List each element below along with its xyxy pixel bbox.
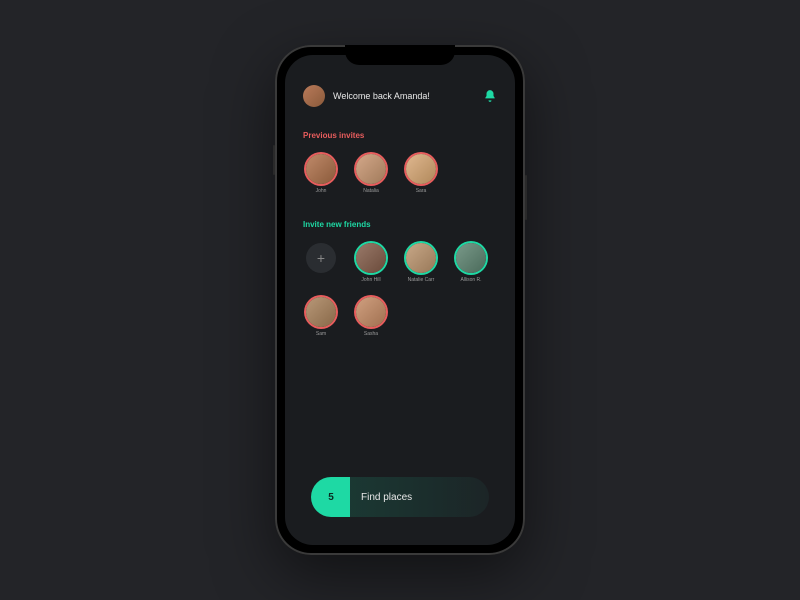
screen: Welcome back Amanda! Previous invites Jo…	[285, 55, 515, 545]
header: Welcome back Amanda!	[303, 85, 497, 107]
notifications-icon[interactable]	[483, 89, 497, 103]
selected-count-badge: 5	[311, 477, 351, 517]
friend-name: John	[316, 188, 327, 194]
friend-name: Sasha	[364, 331, 378, 337]
find-places-label: Find places	[361, 492, 412, 503]
friend-name: John Hill	[361, 277, 380, 283]
friend-avatar	[356, 297, 386, 327]
friend-name: Allison R.	[460, 277, 481, 283]
friend-item[interactable]: Sasha	[353, 297, 389, 337]
add-friend-button[interactable]: +	[303, 243, 339, 283]
friend-item[interactable]: Sara	[403, 154, 439, 194]
friend-item[interactable]: Sam	[303, 297, 339, 337]
friend-avatar	[306, 297, 336, 327]
friend-avatar	[406, 154, 436, 184]
invite-friends-title: Invite new friends	[303, 220, 497, 229]
friend-avatar	[306, 154, 336, 184]
friend-item[interactable]: John	[303, 154, 339, 194]
friend-avatar	[406, 243, 436, 273]
device-notch	[345, 45, 455, 65]
previous-invites-title: Previous invites	[303, 131, 497, 140]
friend-item[interactable]: Allison R.	[453, 243, 489, 283]
phone-frame: Welcome back Amanda! Previous invites Jo…	[275, 45, 525, 555]
friend-item[interactable]: Natalie Carr	[403, 243, 439, 283]
friend-name: Sam	[316, 331, 326, 337]
invite-friends-list: + John Hill Natalie Carr Allison R.	[303, 243, 497, 337]
friend-avatar	[356, 243, 386, 273]
friend-name: Natalia	[363, 188, 379, 194]
previous-invites-list: John Natalia Sara	[303, 154, 497, 194]
app-content: Welcome back Amanda! Previous invites Jo…	[285, 55, 515, 545]
friend-avatar	[456, 243, 486, 273]
friend-name: Sara	[416, 188, 427, 194]
current-user-avatar[interactable]	[303, 85, 325, 107]
friend-item[interactable]: Natalia	[353, 154, 389, 194]
friend-name: Natalie Carr	[408, 277, 435, 283]
plus-icon: +	[306, 243, 336, 273]
friend-item[interactable]: John Hill	[353, 243, 389, 283]
welcome-text: Welcome back Amanda!	[333, 91, 475, 101]
friend-avatar	[356, 154, 386, 184]
find-places-button[interactable]: 5 Find places	[311, 477, 489, 517]
